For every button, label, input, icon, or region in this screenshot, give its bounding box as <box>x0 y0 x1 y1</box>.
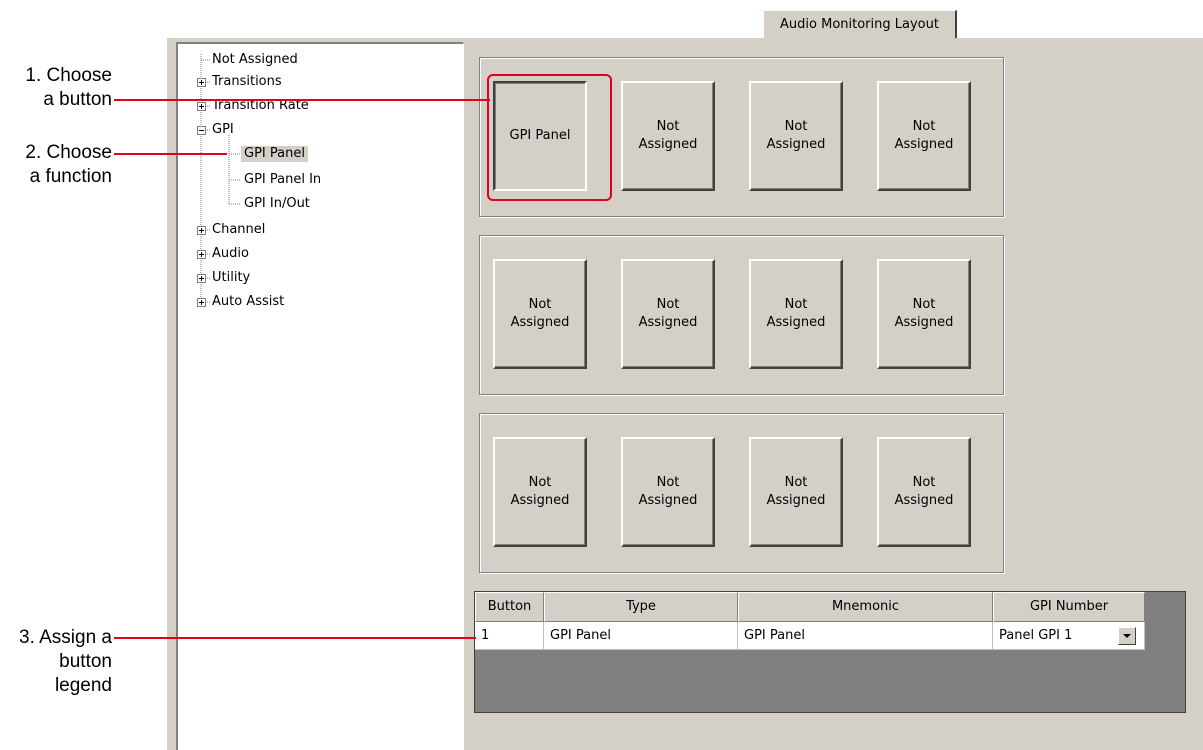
tree-item-gpi-panel-in[interactable]: GPI Panel In <box>244 172 321 188</box>
tree-item-audio[interactable]: Audio <box>212 246 249 262</box>
callout-text: 1. Choose a button <box>25 65 112 110</box>
callout-assign-legend: 3. Assign a button legend <box>0 626 112 698</box>
gpi-number-value: Panel GPI 1 <box>999 628 1073 643</box>
panel-button-3[interactable]: Not Assigned <box>749 81 843 191</box>
tree-item-not-assigned[interactable]: Not Assigned <box>212 52 298 68</box>
panel-button-11[interactable]: Not Assigned <box>749 437 843 547</box>
dropdown-arrow-icon[interactable] <box>1118 627 1136 645</box>
callout-line-3 <box>114 637 476 639</box>
panel-button-10[interactable]: Not Assigned <box>621 437 715 547</box>
grid-header-type[interactable]: Type <box>544 592 738 622</box>
tab-audio-monitoring-layout[interactable]: Audio Monitoring Layout <box>763 10 957 38</box>
panel-button-2[interactable]: Not Assigned <box>621 81 715 191</box>
panel-button-4[interactable]: Not Assigned <box>877 81 971 191</box>
callout-line-1 <box>114 99 490 101</box>
expand-plus-icon[interactable] <box>197 298 206 307</box>
panel-button-5[interactable]: Not Assigned <box>493 259 587 369</box>
tree-item-transitions[interactable]: Transitions <box>212 74 282 90</box>
callout-line-2 <box>114 153 227 155</box>
panel-button-12[interactable]: Not Assigned <box>877 437 971 547</box>
tree-item-utility[interactable]: Utility <box>212 270 250 286</box>
grid-header-button[interactable]: Button <box>475 592 544 622</box>
callout-text: 2. Choose a function <box>25 142 112 187</box>
expand-plus-icon[interactable] <box>197 226 206 235</box>
function-tree[interactable]: Not Assigned Transitions Transition Rate… <box>176 42 464 750</box>
tree-item-auto-assist[interactable]: Auto Assist <box>212 294 284 310</box>
callout-choose-function: 2. Choose a function <box>0 141 112 189</box>
callout-choose-button: 1. Choose a button <box>0 64 112 112</box>
selected-button-highlight <box>487 74 612 201</box>
expand-plus-icon[interactable] <box>197 250 206 259</box>
button-legend-grid: Button Type Mnemonic GPI Number 1 GPI Pa… <box>474 591 1186 713</box>
grid-cell-button[interactable]: 1 <box>475 622 544 650</box>
grid-header-mnemonic[interactable]: Mnemonic <box>738 592 993 622</box>
grid-cell-mnemonic[interactable]: GPI Panel <box>738 622 993 650</box>
callout-text: 3. Assign a button legend <box>19 627 112 696</box>
panel-button-8[interactable]: Not Assigned <box>877 259 971 369</box>
expand-plus-icon[interactable] <box>197 274 206 283</box>
panel-button-6[interactable]: Not Assigned <box>621 259 715 369</box>
expand-plus-icon[interactable] <box>197 102 206 111</box>
tree-item-gpi[interactable]: GPI <box>212 122 234 138</box>
collapse-minus-icon[interactable] <box>197 126 206 135</box>
grid-cell-type[interactable]: GPI Panel <box>544 622 738 650</box>
tree-item-gpi-panel[interactable]: GPI Panel <box>241 146 308 162</box>
panel-button-9[interactable]: Not Assigned <box>493 437 587 547</box>
grid-header-gpi-number[interactable]: GPI Number <box>993 592 1145 622</box>
tree-item-gpi-in-out[interactable]: GPI In/Out <box>244 196 310 212</box>
panel-button-7[interactable]: Not Assigned <box>749 259 843 369</box>
expand-plus-icon[interactable] <box>197 78 206 87</box>
tree-item-channel[interactable]: Channel <box>212 222 265 238</box>
